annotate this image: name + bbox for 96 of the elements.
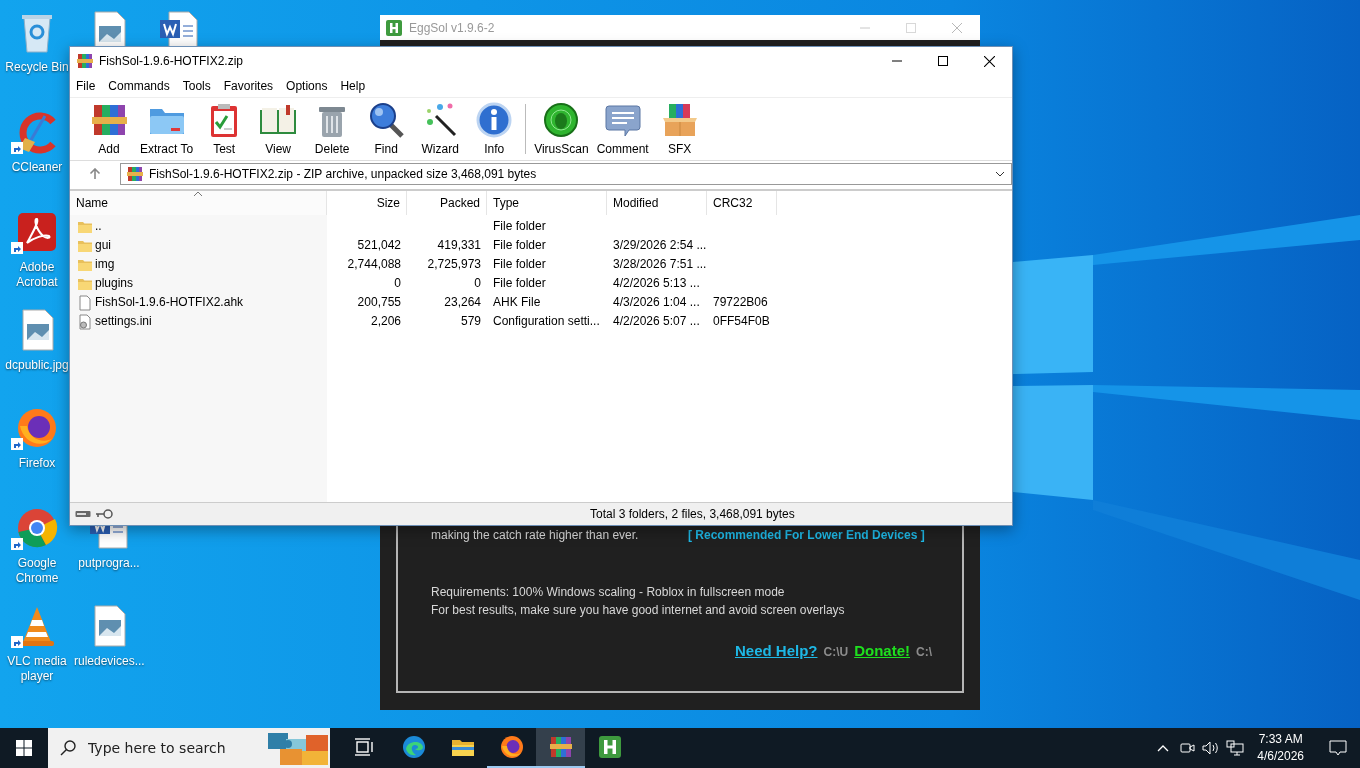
table-cell: 579 — [460, 314, 481, 328]
toolbar-button[interactable]: Test — [197, 98, 252, 160]
archive-books-icon — [548, 735, 573, 759]
search-icon — [60, 740, 76, 756]
task-view-icon — [354, 738, 375, 756]
note-text: For best results, make sure you have good internet and avoid screen overlays — [431, 602, 846, 619]
menu-item[interactable]: Favorites — [223, 79, 274, 93]
table-cell: 2,725,973 — [427, 257, 481, 271]
clock[interactable]: 7:33 AM 4/6/2026 — [1257, 731, 1304, 765]
table-cell: 0 — [394, 276, 401, 290]
drive-icon — [75, 510, 91, 518]
menu-item[interactable]: Tools — [182, 79, 211, 93]
up-arrow-icon — [89, 168, 101, 180]
table-cell: 79722B06 — [713, 295, 768, 309]
browser-icon — [499, 735, 524, 759]
table-cell: 4/2/2026 5:13 ... — [613, 276, 700, 290]
settings-file-icon — [77, 313, 93, 330]
chevron-up-icon — [1157, 744, 1170, 752]
table-cell: 0FF54F0B — [713, 314, 770, 328]
menu-item[interactable]: Commands — [108, 79, 170, 93]
description-text: making the catch rate higher than ever. — [431, 528, 640, 542]
close-icon — [983, 55, 995, 67]
windows-logo-icon — [16, 740, 32, 756]
window-title: EggSol v1.9.6-2 — [409, 20, 495, 35]
toolbar-button[interactable]: SFX — [652, 98, 707, 160]
puzzle-icon — [266, 731, 330, 765]
table-cell: 23,264 — [444, 295, 481, 309]
table-cell: 2,206 — [370, 314, 401, 328]
table-cell: 3/29/2026 2:54 ... — [613, 238, 707, 252]
file-icon — [77, 294, 93, 311]
path-field[interactable]: FishSol-1.9.6-HOTFIX2.zip - ZIP archive, unpacked size 3,468,091 bytes — [120, 163, 1012, 185]
archive-books-icon — [127, 166, 143, 182]
toolbar-button[interactable]: Info — [467, 98, 522, 160]
table-cell: Configuration setti... — [493, 314, 600, 328]
pdf-icon[interactable] — [15, 210, 59, 254]
key-icon — [95, 509, 113, 519]
link[interactable]: Donate! — [854, 642, 910, 659]
file-name[interactable]: plugins — [95, 274, 134, 293]
table-cell: 200,755 — [357, 295, 401, 309]
table-cell: 419,331 — [437, 238, 481, 252]
table-cell: File folder — [493, 276, 546, 290]
recommendation-note: [ Recommended For Lower End Devices ] — [688, 528, 926, 542]
close-icon — [952, 22, 962, 33]
clock-date: 4/6/2026 — [1257, 748, 1304, 765]
speaker-icon — [1202, 740, 1221, 756]
table-cell: 4/2/2026 5:07 ... — [613, 314, 700, 328]
toolbar-button[interactable]: VirusScan — [530, 98, 593, 160]
path-text: C:\ — [916, 645, 932, 659]
table-cell: AHK File — [493, 295, 541, 309]
link[interactable]: Need Help? — [734, 642, 818, 659]
maximize-icon — [938, 56, 948, 66]
taskbar-app[interactable] — [536, 728, 585, 768]
status-text: Total 3 folders, 2 files, 3,468,091 bytes — [590, 507, 795, 521]
table-cell: 2,744,088 — [347, 257, 401, 271]
sort-caret-icon — [193, 191, 203, 197]
table-cell: File folder — [493, 238, 546, 252]
table-cell: 4/3/2026 1:04 ... — [613, 295, 700, 309]
app-icon — [597, 735, 622, 759]
toolbar-button[interactable]: View — [251, 98, 306, 160]
table-cell: File folder — [493, 257, 546, 271]
table-cell: 521,042 — [357, 238, 401, 252]
menu-item[interactable]: Options — [286, 79, 328, 93]
browser-icon — [401, 735, 426, 759]
path-text: FishSol-1.9.6-HOTFIX2.zip - ZIP archive, unpacked size 3,468,091 bytes — [149, 167, 538, 181]
speech-bubble-icon — [1329, 740, 1347, 756]
file-name[interactable]: FishSol-1.9.6-HOTFIX2.ahk — [95, 293, 244, 312]
toolbar-button[interactable]: Wizard — [413, 98, 468, 160]
file-name[interactable]: gui — [95, 236, 111, 255]
file-name[interactable]: .. — [95, 217, 102, 236]
menu-item[interactable]: Help — [340, 79, 366, 93]
archive-books-icon — [77, 53, 93, 69]
path-text: C:\U — [823, 645, 849, 659]
column-header[interactable]: Name — [70, 191, 327, 215]
table-cell: 3/28/2026 7:51 ... — [613, 257, 707, 271]
toolbar-button[interactable]: Comment — [592, 98, 653, 160]
toolbar-button[interactable]: Extract To — [136, 98, 198, 160]
toolbar-button[interactable]: Add — [82, 98, 136, 160]
window-title: FishSol-1.9.6-HOTFIX2.zip — [99, 54, 244, 68]
network-icon — [1226, 740, 1245, 756]
note-text: Requirements: 100% Windows scaling - Roblox in fullscreen mode — [431, 584, 786, 601]
toolbar-button[interactable]: Find — [359, 98, 414, 160]
search-field[interactable]: Type here to search — [86, 739, 256, 757]
file-name[interactable]: img — [95, 255, 115, 274]
file-name[interactable]: settings.ini — [95, 312, 152, 331]
browser-icon[interactable] — [15, 506, 59, 550]
clock-time: 7:33 AM — [1258, 731, 1303, 748]
camera-icon — [1179, 740, 1196, 756]
search-bar[interactable]: Type here to search — [48, 728, 330, 768]
menu-item[interactable]: File — [76, 79, 96, 93]
browser-icon[interactable] — [15, 406, 59, 450]
app-icon — [386, 19, 402, 36]
table-cell: File folder — [493, 219, 546, 233]
table-cell: 0 — [474, 276, 481, 290]
toolbar-button[interactable]: Delete — [305, 98, 360, 160]
maximize-icon — [906, 22, 916, 33]
chevron-down-icon — [995, 171, 1005, 177]
